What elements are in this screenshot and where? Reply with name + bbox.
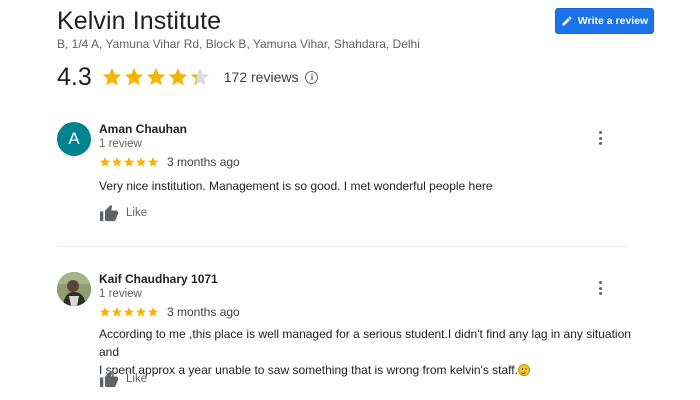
- review-stars: [99, 306, 159, 318]
- reviews-count[interactable]: 172 reviews: [224, 69, 299, 85]
- reviewer-name[interactable]: Kaif Chaudhary 1071: [99, 272, 218, 286]
- more-options-icon[interactable]: [594, 279, 606, 297]
- star-icon: [146, 67, 165, 86]
- pencil-icon: [562, 16, 572, 26]
- like-label: Like: [126, 207, 148, 219]
- star-icon: [148, 307, 158, 317]
- write-review-button[interactable]: Write a review: [555, 8, 654, 34]
- place-title: Kelvin Institute: [57, 7, 222, 35]
- avatar-photo-icon: [57, 272, 91, 306]
- star-icon: [136, 157, 146, 167]
- star-icon: [124, 157, 134, 167]
- write-review-label: Write a review: [577, 15, 649, 27]
- star-icon: [124, 307, 134, 317]
- more-options-icon[interactable]: [594, 129, 606, 147]
- rating-summary: 4.3 172 reviews i: [57, 60, 319, 94]
- place-address: B, 1/4 A, Yamuna Vihar Rd, Block B, Yamu…: [57, 37, 420, 51]
- review-date: 3 months ago: [167, 305, 240, 319]
- star-icon: [112, 157, 122, 167]
- star-icon: [190, 67, 209, 86]
- smile-emoji-icon: [517, 364, 530, 376]
- like-label: Like: [126, 373, 148, 385]
- star-icon: [100, 307, 110, 317]
- like-button[interactable]: Like: [99, 370, 147, 388]
- star-icon: [136, 307, 146, 317]
- avatar[interactable]: [57, 272, 91, 306]
- avatar[interactable]: A: [57, 122, 91, 156]
- star-icon: [100, 157, 110, 167]
- thumbs-up-icon: [100, 204, 118, 222]
- review-text-line: According to me ,this place is well mana…: [99, 327, 631, 359]
- review-text: Very nice institution. Management is so …: [99, 179, 493, 193]
- star-icon: [112, 307, 122, 317]
- star-icon: [148, 157, 158, 167]
- star-icon: [124, 67, 143, 86]
- review-text: According to me ,this place is well mana…: [99, 325, 644, 379]
- review-stars: [99, 156, 159, 168]
- star-icon: [168, 67, 187, 86]
- info-icon[interactable]: i: [305, 70, 319, 84]
- review-text-line: I spent approx a year unable to saw some…: [99, 361, 644, 379]
- rating-value: 4.3: [57, 62, 92, 91]
- review-date: 3 months ago: [167, 155, 240, 169]
- reviewer-name[interactable]: Aman Chauhan: [99, 122, 187, 136]
- thumbs-up-icon: [100, 370, 118, 388]
- reviewer-review-count: 1 review: [99, 288, 142, 300]
- star-icon: [102, 67, 121, 86]
- divider: [57, 246, 628, 247]
- like-button[interactable]: Like: [99, 204, 147, 222]
- reviewer-review-count: 1 review: [99, 138, 142, 150]
- rating-stars: [101, 66, 211, 88]
